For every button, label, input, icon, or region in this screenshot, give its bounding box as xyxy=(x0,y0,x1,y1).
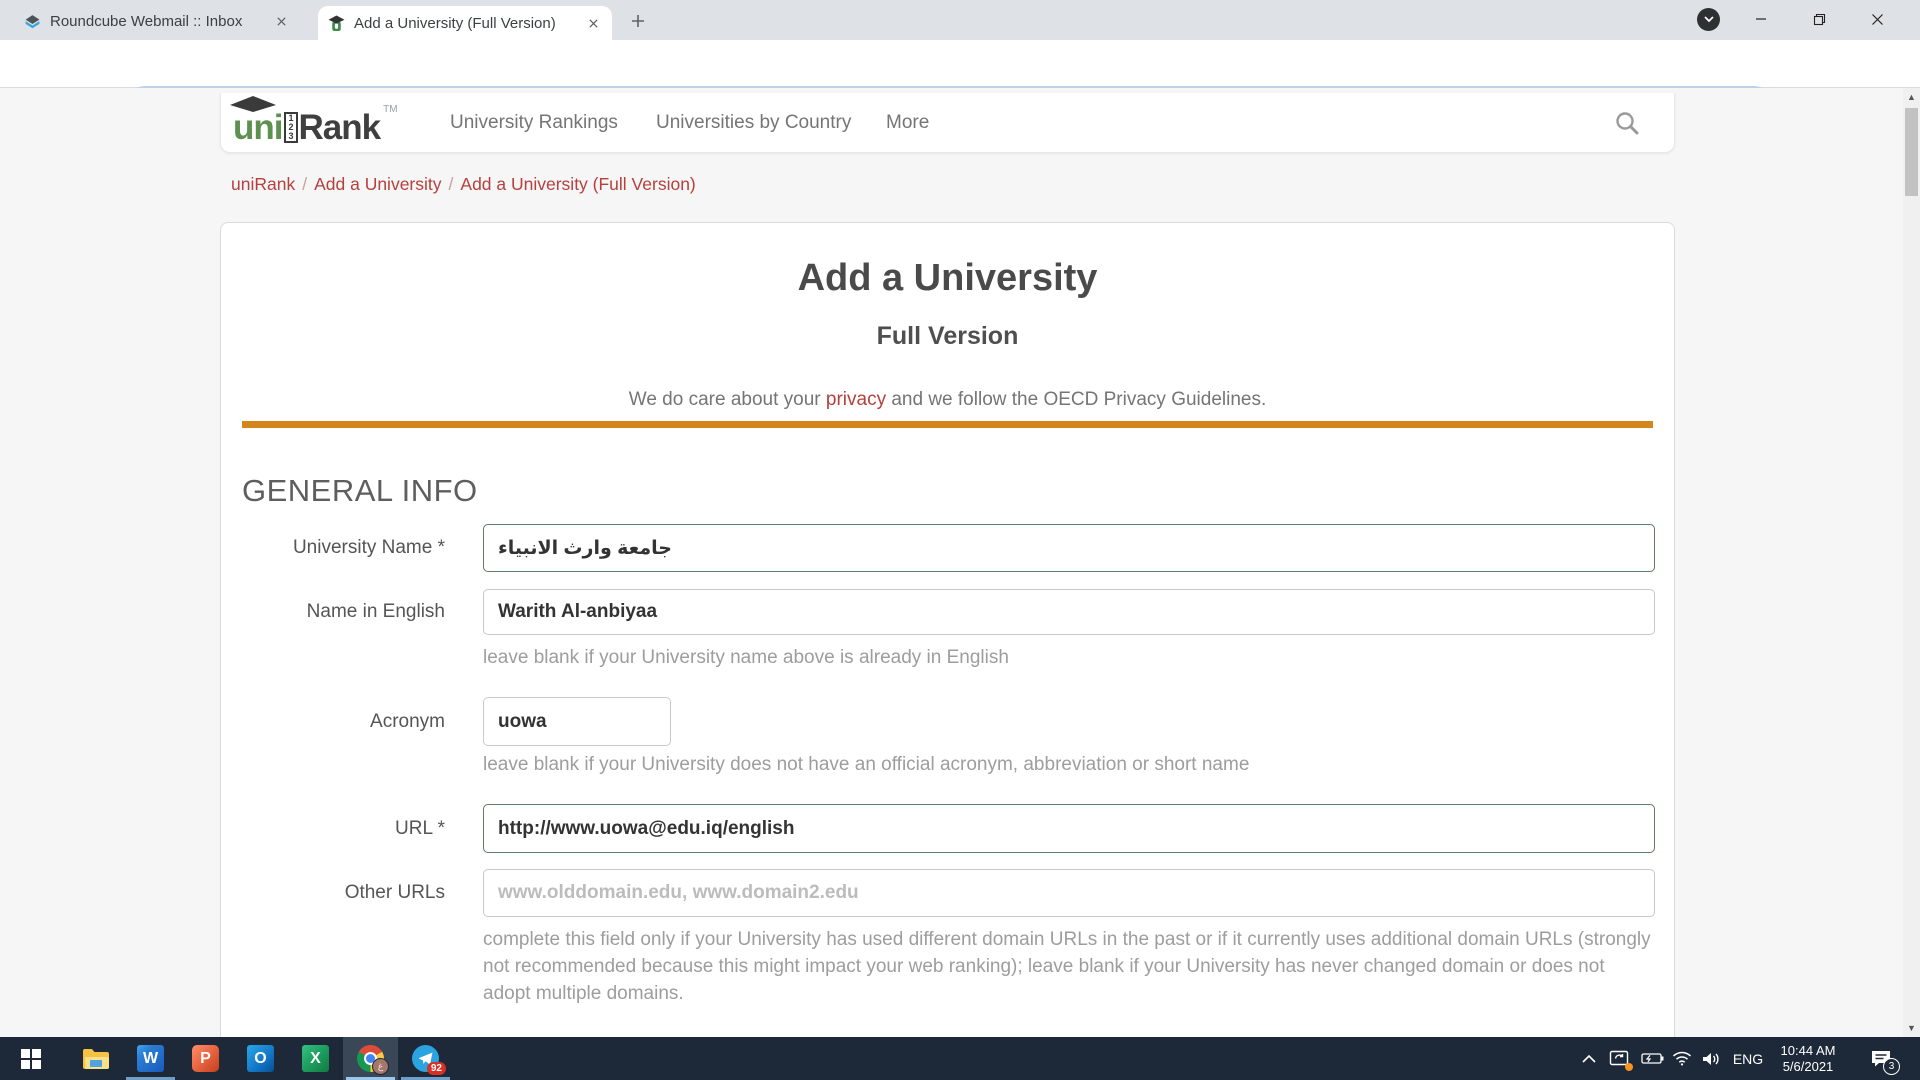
acronym-input[interactable] xyxy=(483,697,671,746)
scroll-down-arrow[interactable]: ▼ xyxy=(1903,1019,1920,1037)
browser-tab-strip: Roundcube Webmail :: Inbox Add a Univers… xyxy=(0,0,1920,40)
tab-close-icon[interactable] xyxy=(272,13,290,31)
site-search-icon[interactable] xyxy=(1614,110,1640,136)
chrome-profile-badge: غ xyxy=(372,1058,389,1075)
nav-universities-by-country[interactable]: Universities by Country xyxy=(656,93,851,153)
page-title: Add a University xyxy=(221,257,1674,300)
chrome-icon[interactable]: غ xyxy=(343,1037,398,1080)
logo-tm: TM xyxy=(383,104,397,115)
powerpoint-icon[interactable]: P xyxy=(178,1037,233,1080)
outlook-letter: O xyxy=(254,1050,266,1068)
scrollbar-thumb[interactable] xyxy=(1905,108,1918,196)
unirank-favicon xyxy=(328,15,345,32)
tray-sync-display-icon[interactable] xyxy=(1604,1037,1636,1080)
file-explorer-icon[interactable] xyxy=(68,1037,123,1080)
unirank-logo[interactable]: uni 123 Rank TM xyxy=(233,102,398,146)
tray-show-hidden-icons[interactable] xyxy=(1574,1037,1604,1080)
university-name-input[interactable] xyxy=(483,524,1655,572)
action-center-icon[interactable]: 3 xyxy=(1856,1037,1906,1080)
breadcrumb-current-page: Add a University (Full Version) xyxy=(460,174,695,194)
section-heading: GENERAL INFO xyxy=(242,473,478,509)
tray-time: 10:44 AM xyxy=(1781,1043,1836,1059)
tab-add-university[interactable]: Add a University (Full Version) xyxy=(318,6,612,40)
site-navbar: uni 123 Rank TM University Rankings Univ… xyxy=(220,93,1675,153)
university-name-label: University Name * xyxy=(221,524,445,572)
privacy-link[interactable]: privacy xyxy=(826,389,886,410)
powerpoint-letter: P xyxy=(200,1050,211,1068)
new-tab-button[interactable] xyxy=(626,9,650,33)
other-urls-label: Other URLs xyxy=(221,869,445,917)
notification-count-badge: 3 xyxy=(1883,1058,1900,1075)
nav-university-rankings[interactable]: University Rankings xyxy=(450,93,618,153)
excel-letter: X xyxy=(310,1050,321,1068)
url-label: URL * xyxy=(221,804,445,853)
browser-toolbar: 4icu.org/about/add2.htm غ xyxy=(0,40,1920,88)
excel-icon[interactable]: X xyxy=(288,1037,343,1080)
privacy-note: We do care about your privacy and we fol… xyxy=(221,389,1674,411)
tab-title: Add a University (Full Version) xyxy=(354,15,575,32)
other-urls-input[interactable] xyxy=(483,869,1655,917)
page-scrollbar[interactable]: ▲ ▼ xyxy=(1903,88,1920,1037)
window-minimize-button[interactable] xyxy=(1735,0,1787,38)
telegram-icon[interactable]: 92 xyxy=(398,1037,453,1080)
tab-close-icon[interactable] xyxy=(584,14,602,32)
window-close-button[interactable] xyxy=(1851,0,1903,38)
word-icon[interactable]: W xyxy=(123,1037,178,1080)
tray-wifi-icon[interactable] xyxy=(1668,1037,1696,1080)
tray-battery-icon[interactable] xyxy=(1638,1037,1668,1080)
tab-roundcube[interactable]: Roundcube Webmail :: Inbox xyxy=(14,7,300,36)
graduation-cap-icon xyxy=(230,96,276,112)
tab-search-button[interactable] xyxy=(1697,8,1720,31)
logo-123-block: 123 xyxy=(284,112,297,143)
tab-title: Roundcube Webmail :: Inbox xyxy=(50,13,263,30)
logo-uni-text: uni xyxy=(233,100,282,148)
breadcrumb-add-university[interactable]: Add a University xyxy=(314,174,441,194)
breadcrumb-separator: / xyxy=(302,174,307,194)
other-urls-help: complete this field only if your Univers… xyxy=(483,926,1651,1007)
scroll-up-arrow[interactable]: ▲ xyxy=(1903,88,1920,106)
tray-notification-dot xyxy=(1625,1063,1633,1071)
page-viewport: uni 123 Rank TM University Rankings Univ… xyxy=(0,88,1920,1037)
url-input[interactable] xyxy=(483,804,1655,853)
name-english-help: leave blank if your University name abov… xyxy=(483,647,1009,669)
tray-date: 5/6/2021 xyxy=(1783,1059,1834,1075)
breadcrumb-unirank[interactable]: uniRank xyxy=(231,174,295,194)
word-letter: W xyxy=(143,1050,158,1068)
page-subtitle: Full Version xyxy=(221,322,1674,351)
form-card: Add a University Full Version We do care… xyxy=(220,222,1675,1037)
outlook-icon[interactable]: O xyxy=(233,1037,288,1080)
tray-clock[interactable]: 10:44 AM 5/6/2021 xyxy=(1770,1037,1846,1080)
roundcube-favicon xyxy=(24,13,41,30)
name-english-input[interactable] xyxy=(483,589,1655,635)
acronym-label: Acronym xyxy=(221,697,445,746)
orange-divider xyxy=(242,421,1653,428)
tray-language[interactable]: ENG xyxy=(1728,1037,1768,1080)
breadcrumb: uniRank / Add a University / Add a Universit… xyxy=(231,174,696,195)
start-button[interactable] xyxy=(3,1037,58,1080)
window-restore-button[interactable] xyxy=(1793,0,1845,38)
name-english-label: Name in English xyxy=(221,589,445,635)
tray-volume-icon[interactable] xyxy=(1696,1037,1726,1080)
windows-taskbar: W P O X غ 92 xyxy=(0,1037,1920,1080)
acronym-help: leave blank if your University does not … xyxy=(483,754,1249,776)
screen: Roundcube Webmail :: Inbox Add a Univers… xyxy=(0,0,1920,1080)
telegram-unread-badge: 92 xyxy=(427,1062,446,1075)
breadcrumb-separator: / xyxy=(449,174,454,194)
nav-more[interactable]: More xyxy=(886,93,929,153)
logo-rank-text: Rank xyxy=(299,100,381,148)
